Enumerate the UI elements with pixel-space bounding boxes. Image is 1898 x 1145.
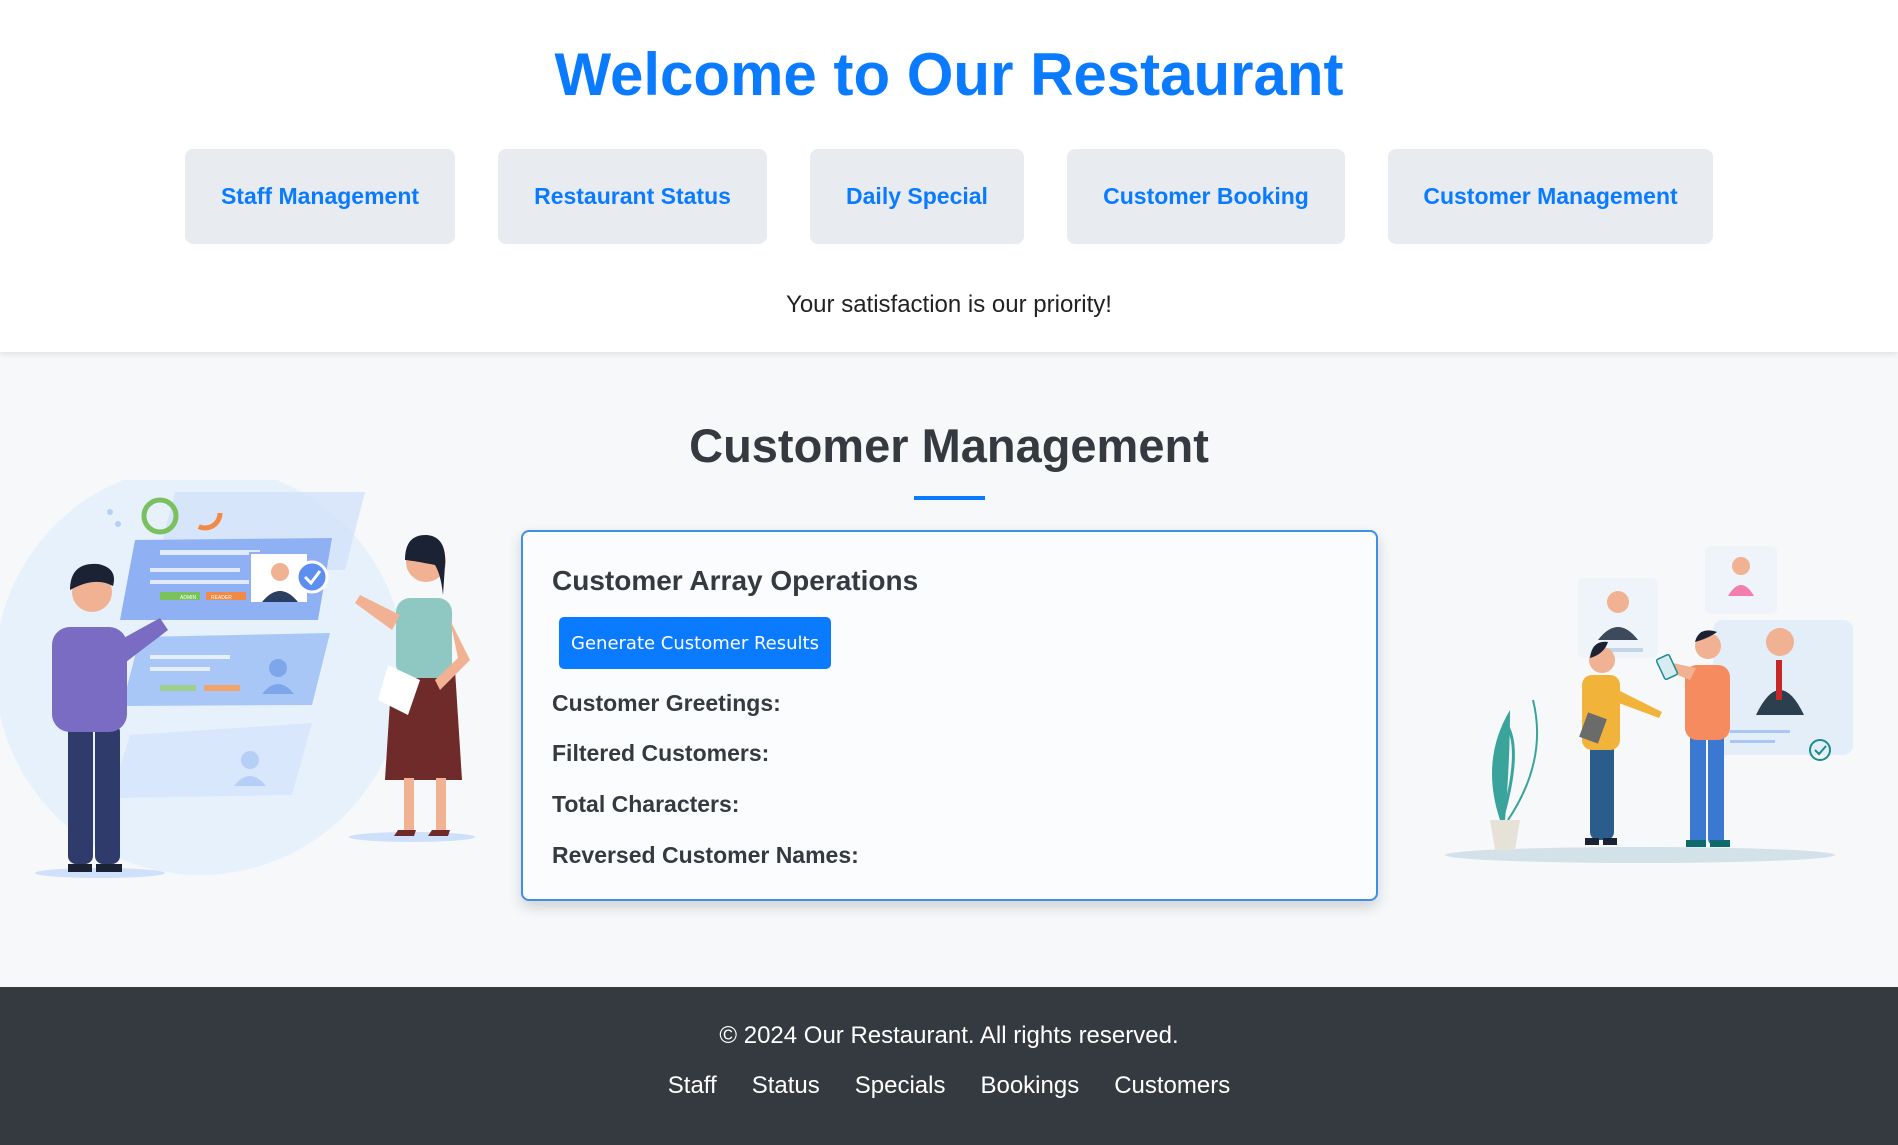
generate-customer-results-button[interactable]: Generate Customer Results xyxy=(559,617,831,669)
tagline: Your satisfaction is our priority! xyxy=(786,291,1112,318)
footer-link-customers[interactable]: Customers xyxy=(1114,1072,1230,1100)
nav-customer-booking[interactable]: Customer Booking xyxy=(1067,149,1345,244)
copyright-text: © 2024 Our Restaurant. All rights reserv… xyxy=(719,1022,1179,1049)
left-illustration: ADMIN READER xyxy=(0,480,475,878)
footer-links: Staff Status Specials Bookings Customers xyxy=(0,1072,1898,1100)
nav-restaurant-status[interactable]: Restaurant Status xyxy=(498,149,767,244)
nav-staff-management[interactable]: Staff Management xyxy=(185,149,455,244)
footer-link-staff[interactable]: Staff xyxy=(668,1072,717,1100)
site-header: Welcome to Our Restaurant Staff Manageme… xyxy=(0,0,1898,352)
footer-link-bookings[interactable]: Bookings xyxy=(980,1072,1079,1100)
footer-link-specials[interactable]: Specials xyxy=(855,1072,946,1100)
left-illustration-admin-tag: ADMIN xyxy=(180,595,197,601)
site-title: Welcome to Our Restaurant xyxy=(554,41,1344,108)
reversed-customer-names-label: Reversed Customer Names: xyxy=(552,842,859,868)
customer-array-card: Customer Array Operations Generate Custo… xyxy=(521,530,1378,901)
footer-link-status[interactable]: Status xyxy=(752,1072,820,1100)
left-illustration-reader-tag: READER xyxy=(211,595,232,601)
card-title: Customer Array Operations xyxy=(552,565,919,596)
customer-greetings-label: Customer Greetings: xyxy=(552,690,781,716)
site-footer: © 2024 Our Restaurant. All rights reserv… xyxy=(0,987,1898,1145)
total-characters-label: Total Characters: xyxy=(552,791,740,817)
title-underline xyxy=(914,496,985,500)
filtered-customers-label: Filtered Customers: xyxy=(552,740,770,766)
section-title: Customer Management xyxy=(689,419,1209,472)
right-illustration xyxy=(1445,546,1853,863)
nav-customer-management[interactable]: Customer Management xyxy=(1388,149,1713,244)
nav-daily-special[interactable]: Daily Special xyxy=(810,149,1024,244)
